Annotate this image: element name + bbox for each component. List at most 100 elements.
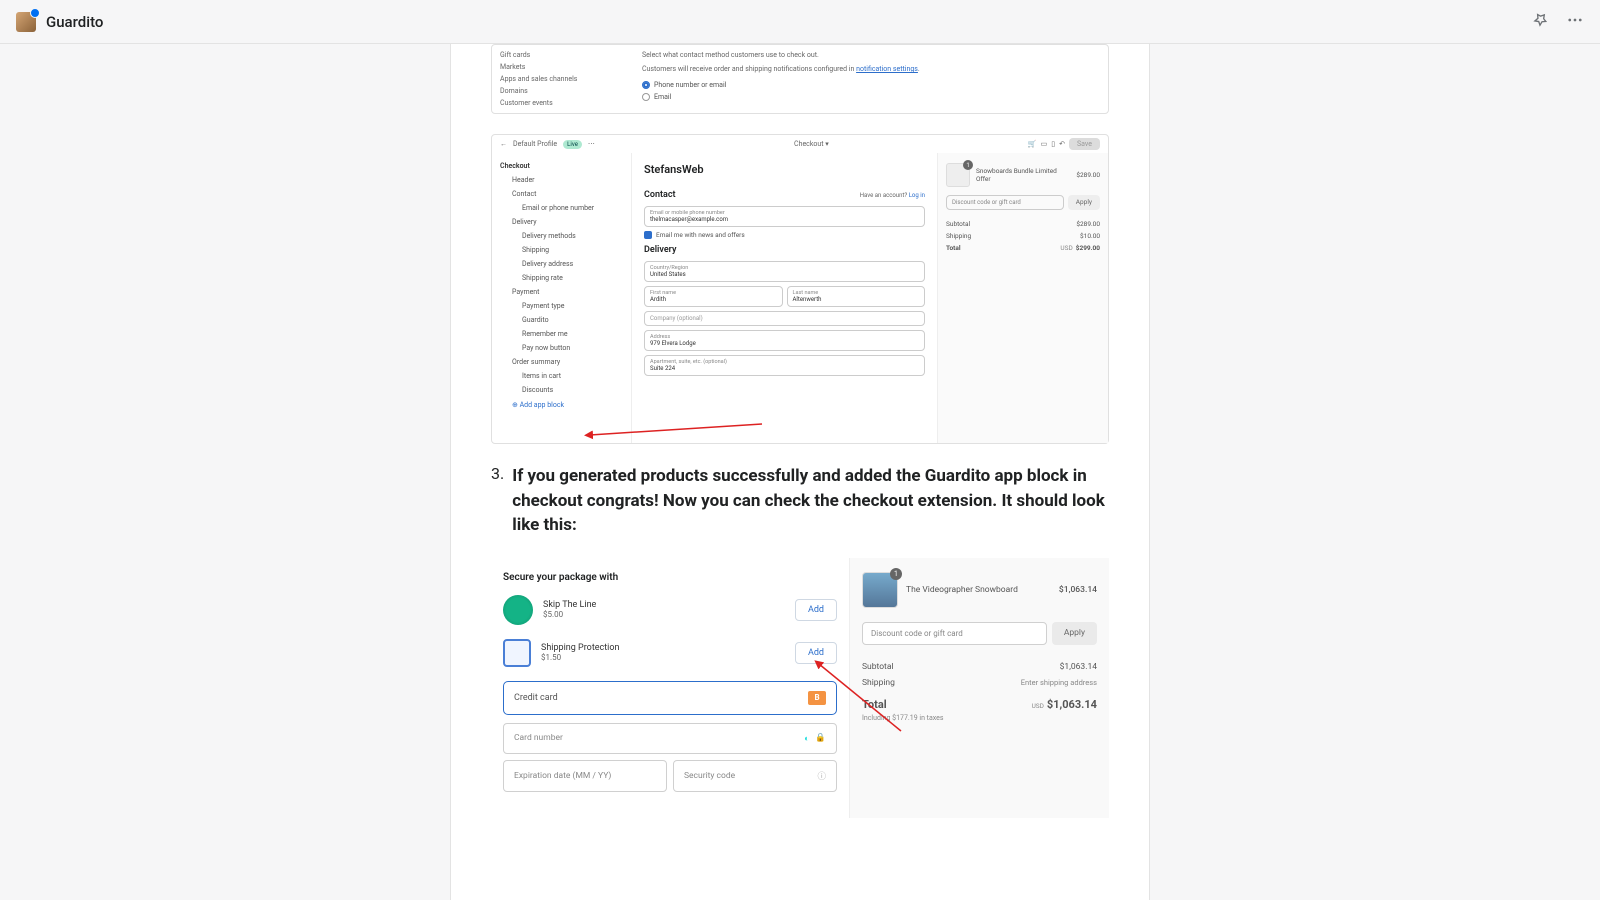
sidebar-sub[interactable]: Email or phone number [500, 201, 623, 215]
subtotal-row: Subtotal$289.00 [946, 218, 1100, 230]
cart-item-price: $1,063.14 [1059, 585, 1097, 595]
add-app-block-link[interactable]: ⊕ Add app block [500, 397, 623, 413]
add-button[interactable]: Add [795, 599, 837, 621]
help-icon[interactable]: ⓘ [817, 770, 826, 782]
center-label[interactable]: Checkout [794, 140, 823, 148]
login-pre: Have an account? [860, 192, 909, 199]
country-field[interactable]: Country/RegionUnited States [644, 261, 925, 282]
address-field[interactable]: Address979 Elvera Lodge [644, 330, 925, 351]
radio-email[interactable]: Email [642, 91, 1098, 103]
cart-item: 1 Snowboards Bundle Limited Offer $289.0… [946, 163, 1100, 187]
sidebar-item-payment[interactable]: Payment [500, 285, 623, 299]
skiptheline-icon [503, 595, 533, 625]
cc-label: Credit card [514, 693, 558, 703]
cart-item-name: Snowboards Bundle Limited Offer [976, 167, 1070, 183]
apply-button[interactable]: Apply [1068, 195, 1100, 210]
field-value: Altenwerth [793, 296, 920, 303]
shipping-row: ShippingEnter shipping address [862, 675, 1097, 691]
delivery-heading: Delivery [644, 245, 925, 255]
screenshot-1: Gift cards Markets Apps and sales channe… [491, 44, 1109, 114]
apt-field[interactable]: Apartment, suite, etc. (optional)Suite 2… [644, 355, 925, 376]
device-icon[interactable]: ▯ [1051, 140, 1055, 148]
card-number-input[interactable]: Card number ◐🔒 [503, 723, 837, 754]
sidebar-sub[interactable]: Delivery methods [500, 229, 623, 243]
page-body[interactable]: Gift cards Markets Apps and sales channe… [0, 44, 1600, 900]
more-icon[interactable] [1566, 11, 1584, 33]
sidebar-sub[interactable]: Remember me [500, 327, 623, 341]
lastname-field[interactable]: Last nameAltenwerth [787, 286, 926, 307]
sidebar-sub[interactable]: Items in cart [500, 369, 623, 383]
login-prompt: Have an account? Log in [860, 192, 925, 199]
sidebar-item-contact[interactable]: Contact [500, 187, 623, 201]
sidebar-item-summary[interactable]: Order summary [500, 355, 623, 369]
sidebar-item-delivery[interactable]: Delivery [500, 215, 623, 229]
s2-topbar: ← Default Profile Live ⋯ Checkout ▾ 🛒 ▭ … [492, 135, 1108, 153]
sidebar-item: Domains [500, 85, 624, 97]
shipping-protection-icon [503, 639, 531, 667]
cart-icon[interactable]: 🛒 [1028, 140, 1037, 148]
sidebar-sub[interactable]: Shipping rate [500, 271, 623, 285]
contact-desc-1: Select what contact method customers use… [642, 51, 1098, 59]
cart-item: 1 The Videographer Snowboard $1,063.14 [862, 572, 1097, 608]
shipping-row: Shipping$10.00 [946, 230, 1100, 242]
undo-icon[interactable]: ↶ [1059, 140, 1065, 148]
news-checkbox[interactable]: Email me with news and offers [644, 231, 925, 239]
step-number: 3. [491, 464, 504, 538]
topbar: Guardito [0, 0, 1600, 44]
secure-heading: Secure your package with [503, 572, 837, 583]
screenshot-2: ← Default Profile Live ⋯ Checkout ▾ 🛒 ▭ … [491, 134, 1109, 444]
field-value: 979 Elvera Lodge [650, 340, 919, 347]
app-title: Guardito [46, 13, 103, 31]
sidebar-sub[interactable]: Discounts [500, 383, 623, 397]
notification-settings-link[interactable]: notification settings [856, 65, 918, 73]
s3-left-panel: Secure your package with Skip The Line$5… [491, 558, 849, 818]
sidebar-sub-guardito[interactable]: Guardito [500, 313, 623, 327]
sidebar-header: Checkout [500, 159, 623, 173]
qty-badge: 1 [890, 568, 902, 580]
discount-input[interactable]: Discount code or gift card [862, 622, 1047, 645]
checkbox-label: Email me with news and offers [656, 231, 745, 239]
email-field[interactable]: Email or mobile phone numberthelmacasper… [644, 206, 925, 227]
store-name: StefansWeb [644, 163, 925, 176]
qty-badge: 1 [963, 160, 973, 170]
pin-icon[interactable] [1532, 12, 1548, 32]
s2-preview: StefansWeb Contact Have an account? Log … [632, 153, 1108, 443]
addon-price: $5.00 [543, 610, 785, 619]
s1-sidebar: Gift cards Markets Apps and sales channe… [492, 45, 632, 113]
sidebar-sub[interactable]: Shipping [500, 243, 623, 257]
radio-icon [642, 81, 650, 89]
save-button[interactable]: Save [1069, 138, 1100, 150]
add-label: Add app block [520, 401, 564, 409]
sidebar-sub[interactable]: Delivery address [500, 257, 623, 271]
back-icon[interactable]: ← [500, 140, 507, 148]
credit-card-option[interactable]: Credit card B [503, 681, 837, 715]
sidebar-sub[interactable]: Payment type [500, 299, 623, 313]
firstname-field[interactable]: First nameArdith [644, 286, 783, 307]
radio-label: Email [654, 93, 671, 101]
expiry-input[interactable]: Expiration date (MM / YY) [503, 760, 667, 792]
live-badge: Live [563, 140, 582, 149]
checkout-form: StefansWeb Contact Have an account? Log … [632, 153, 938, 443]
addon-shipping-protection: Shipping Protection$1.50 Add [503, 639, 837, 667]
contact-desc-2: Customers will receive order and shippin… [642, 65, 1098, 73]
s3-order-summary: 1 The Videographer Snowboard $1,063.14 D… [849, 558, 1109, 818]
total-row: TotalUSD$299.00 [946, 242, 1100, 254]
add-button[interactable]: Add [795, 642, 837, 664]
sidebar-item-header[interactable]: Header [500, 173, 623, 187]
addon-name: Skip The Line [543, 600, 785, 610]
login-link[interactable]: Log in [909, 192, 925, 199]
tax-note: Including $177.19 in taxes [862, 714, 1097, 722]
lock-icon: 🔒 [815, 733, 826, 744]
security-code-input[interactable]: Security codeⓘ [673, 760, 837, 792]
field-value: Ardith [650, 296, 777, 303]
profile-more[interactable]: ⋯ [588, 140, 595, 148]
sidebar-sub[interactable]: Pay now button [500, 341, 623, 355]
radio-phone-email[interactable]: Phone number or email [642, 79, 1098, 91]
device-icon[interactable]: ▭ [1041, 140, 1048, 148]
discount-input[interactable]: Discount code or gift card [946, 195, 1064, 210]
apply-button[interactable]: Apply [1052, 622, 1097, 645]
cart-item-price: $289.00 [1076, 171, 1100, 179]
field-value: United States [650, 271, 919, 278]
company-field[interactable]: Company (optional) [644, 311, 925, 326]
cart-item-name: The Videographer Snowboard [906, 585, 1051, 595]
